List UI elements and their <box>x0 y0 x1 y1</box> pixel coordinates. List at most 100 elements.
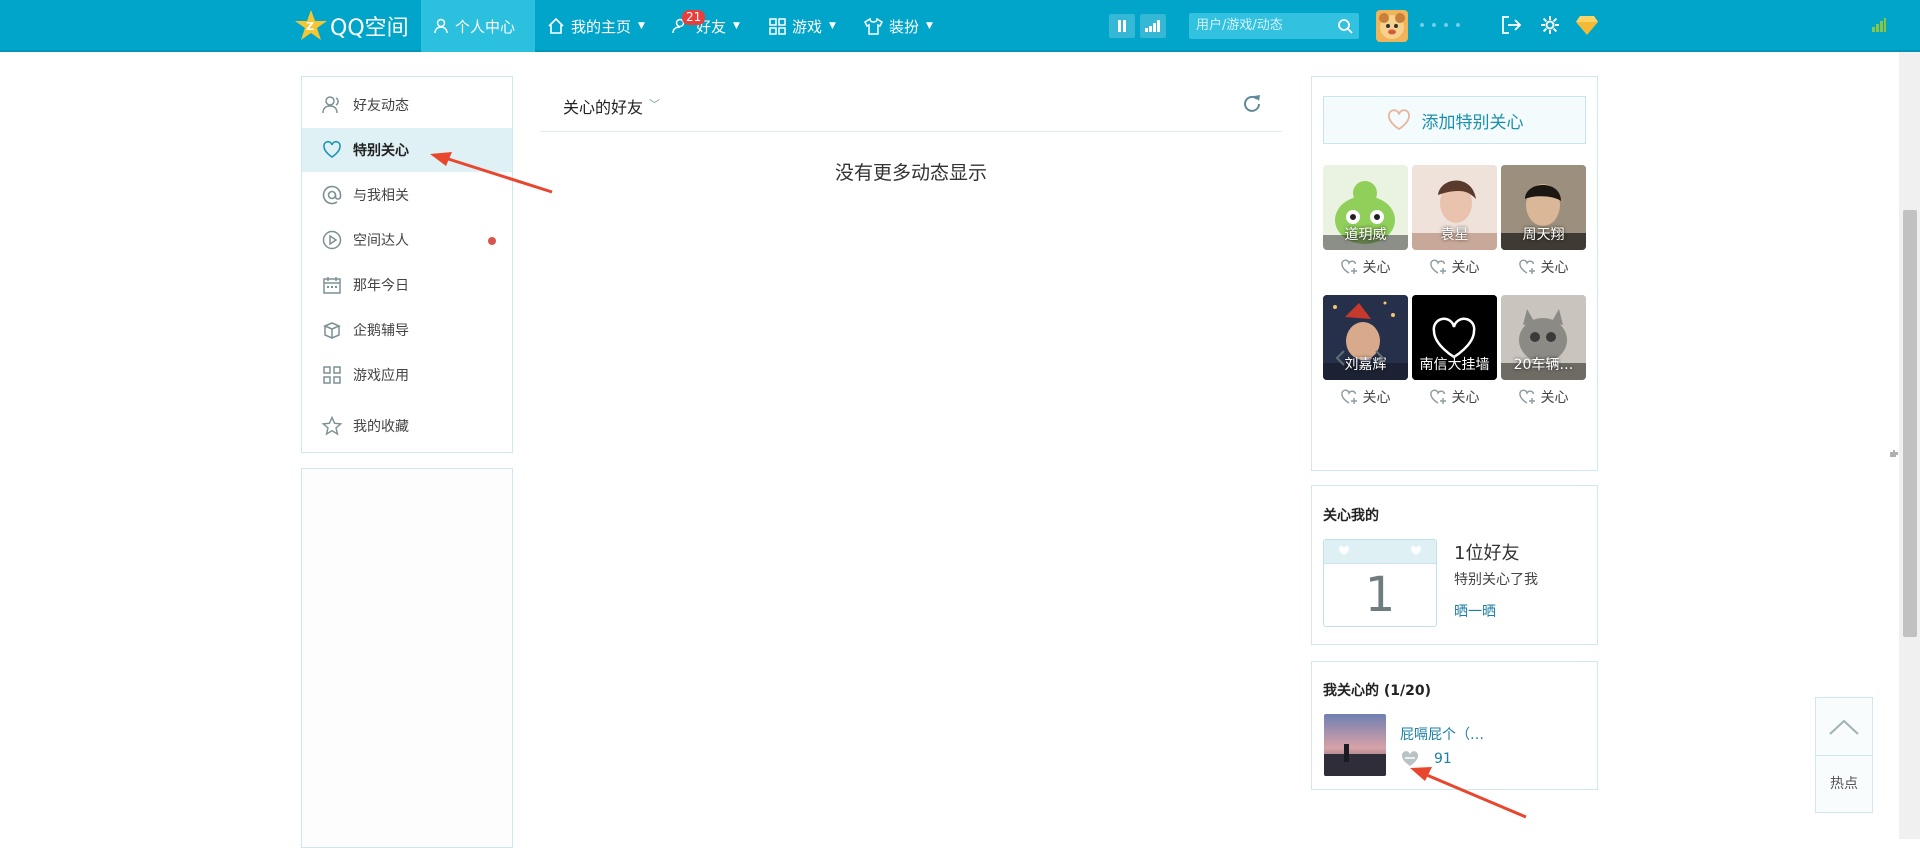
diamond-vip-icon[interactable] <box>1575 14 1599 36</box>
apps-icon <box>323 366 341 384</box>
friend-name: 道玥威 <box>1344 227 1387 243</box>
logout-icon[interactable] <box>1500 14 1522 36</box>
heart-plus-icon <box>1518 389 1535 404</box>
friend-name: 袁星 <box>1440 227 1469 243</box>
sidebar-item-friend-feed[interactable]: 好友动态 <box>302 83 512 127</box>
sidebar-item-label: 与我相关 <box>353 188 409 204</box>
friend-tile[interactable]: 20车辆… <box>1501 295 1586 380</box>
add-special-care-label: 添加特别关心 <box>1421 112 1524 133</box>
star-icon <box>322 416 342 436</box>
nav-my-homepage[interactable]: 我的主页 ▼ <box>547 0 645 52</box>
annotation-arrow <box>1410 767 1527 819</box>
cares-me-panel: 关心我的 1 1位好友 特别关心了我 晒一晒 <box>1311 485 1598 645</box>
care-label: 关心 <box>1540 390 1569 406</box>
calendar-header <box>1324 540 1436 564</box>
pause-icon <box>1118 20 1126 32</box>
add-special-care-button[interactable]: 添加特别关心 <box>1323 96 1586 144</box>
care-label: 关心 <box>1451 260 1480 276</box>
back-to-top-button[interactable] <box>1816 698 1872 756</box>
sidebar-item-my-favorites[interactable]: 我的收藏 <box>302 404 512 448</box>
care-button[interactable]: 关心 <box>1323 257 1408 277</box>
refresh-icon[interactable] <box>1240 92 1264 116</box>
sidebar-item-label: 我的收藏 <box>353 419 409 435</box>
calendar-count-card: 1 <box>1323 539 1437 627</box>
care-label: 关心 <box>1451 390 1480 406</box>
user-avatar[interactable] <box>1376 10 1408 42</box>
sidebar-item-space-expert[interactable]: 空间达人 <box>302 218 512 262</box>
sidebar-item-label: 特别关心 <box>353 143 409 159</box>
chevron-down-icon: ▼ <box>926 21 933 31</box>
feed-filter-title[interactable]: 关心的好友 <box>563 94 643 118</box>
chevron-down-icon: ▼ <box>638 21 645 31</box>
music-pause-button[interactable] <box>1109 14 1135 38</box>
qzone-star-icon: Z <box>295 10 327 40</box>
friend-tile[interactable]: 袁星 <box>1412 165 1497 250</box>
scrollbar-thumb[interactable] <box>1903 210 1917 637</box>
friend-tile[interactable]: 周天翔 <box>1501 165 1586 250</box>
hot-topics-button[interactable]: 热点 <box>1816 756 1872 812</box>
care-button[interactable]: 关心 <box>1501 387 1586 407</box>
signal-button[interactable] <box>1140 14 1166 38</box>
nav-label: 游戏 <box>792 17 823 36</box>
friend-tile[interactable]: 南信大挂墙 <box>1412 295 1497 380</box>
chevron-left-icon[interactable] <box>1334 349 1348 367</box>
qzone-logo[interactable]: Z QQ空间 <box>294 9 409 43</box>
sidebar-item-on-this-day[interactable]: 那年今日 <box>302 263 512 307</box>
top-nav-bar: Z QQ空间 个人中心 我的主页 ▼ 好友 ▼ 21 游戏 ▼ 装扮 ▼ 用户/游戏/动… <box>0 0 1920 52</box>
feed-header: 关心的好友 ﹀ <box>540 84 1282 132</box>
nav-friends[interactable]: 好友 ▼ <box>672 0 740 52</box>
nav-decorate[interactable]: 装扮 ▼ <box>864 0 933 52</box>
home-icon <box>548 17 564 34</box>
svg-text:Z: Z <box>306 20 314 33</box>
signal-bars-icon <box>1145 20 1160 32</box>
annotation-arrow <box>430 152 553 194</box>
sidebar-item-label: 游戏应用 <box>353 368 409 384</box>
nav-label: 我的主页 <box>571 17 632 36</box>
chevron-right-icon[interactable] <box>1372 349 1386 367</box>
grid-icon <box>769 17 786 35</box>
books-icon <box>323 322 341 339</box>
gear-icon[interactable] <box>1539 14 1561 36</box>
heart-plus-icon <box>1518 259 1535 274</box>
search-input[interactable]: 用户/游戏/动态 <box>1189 13 1359 39</box>
chevron-down-icon: ▼ <box>733 21 740 31</box>
care-button[interactable]: 关心 <box>1501 257 1586 277</box>
at-icon <box>322 185 342 205</box>
friend-tile[interactable]: 刘嘉辉 <box>1323 295 1408 380</box>
my-care-friend-name[interactable]: 屁嗝屁个（… <box>1400 724 1484 744</box>
nav-games[interactable]: 游戏 ▼ <box>769 0 836 52</box>
care-button[interactable]: 关心 <box>1323 387 1408 407</box>
sidebar-item-label: 空间达人 <box>353 233 409 249</box>
care-label: 关心 <box>1362 390 1391 406</box>
new-indicator-dot <box>488 237 496 245</box>
nav-label: 个人中心 <box>455 17 516 36</box>
heart-icon <box>1410 546 1422 555</box>
cares-me-title: 关心我的 <box>1323 508 1379 524</box>
cares-me-subtext: 特别关心了我 <box>1454 572 1538 588</box>
sidebar-item-label: 企鹅辅导 <box>353 323 409 339</box>
nav-personal-center[interactable]: 个人中心 <box>421 0 535 52</box>
floating-panel: 热点 <box>1815 697 1873 813</box>
friends-notification-badge: 21 <box>682 10 706 25</box>
care-button[interactable]: 关心 <box>1412 257 1497 277</box>
friend-name: 20车辆… <box>1513 357 1574 373</box>
sidebar-item-game-apps[interactable]: 游戏应用 <box>302 353 512 397</box>
friend-tile[interactable]: 道玥威 <box>1323 165 1408 250</box>
sidebar-item-label: 那年今日 <box>353 278 409 294</box>
chevron-down-icon[interactable]: ﹀ <box>649 96 660 112</box>
show-off-link[interactable]: 晒一晒 <box>1454 601 1496 621</box>
sidebar-item-penguin-tutoring[interactable]: 企鹅辅导 <box>302 308 512 352</box>
care-label: 关心 <box>1362 260 1391 276</box>
search-icon[interactable] <box>1337 18 1353 34</box>
sidebar-blank-panel <box>301 468 513 848</box>
chevron-down-icon: ▼ <box>829 21 836 31</box>
sunset-photo-image <box>1324 714 1386 776</box>
sidebar-item-label: 好友动态 <box>353 98 409 114</box>
calendar-icon <box>323 277 341 294</box>
friends-feed-icon <box>322 96 339 114</box>
my-care-avatar[interactable] <box>1324 714 1386 776</box>
special-care-panel: 添加特别关心 道玥威 袁星 周天翔 关心 关心 关心 刘嘉辉 南信大挂墙 20车… <box>1311 76 1598 471</box>
logo-text: QQ空间 <box>330 16 409 41</box>
shirt-icon <box>864 17 883 35</box>
care-button[interactable]: 关心 <box>1412 387 1497 407</box>
